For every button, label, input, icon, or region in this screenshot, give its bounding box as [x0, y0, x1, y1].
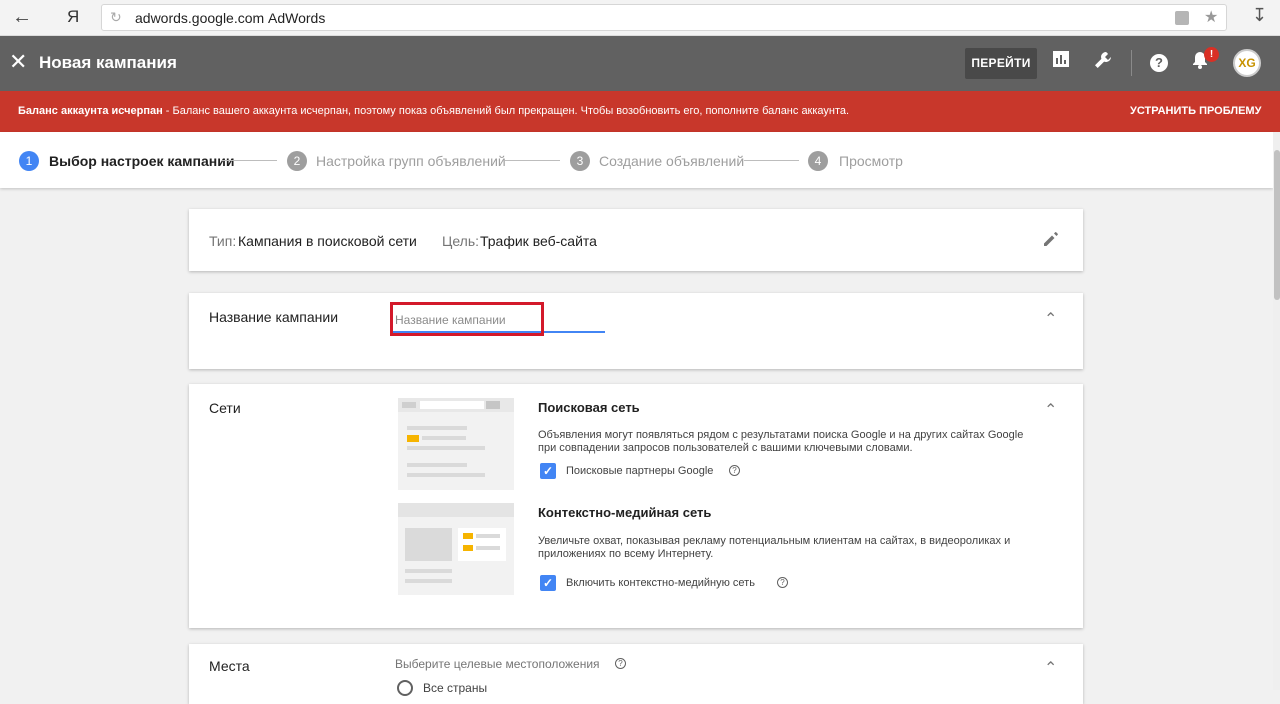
header-divider	[1131, 50, 1132, 76]
browser-toolbar: ← Я ↻ adwords.google.com AdWords ★ ↧	[0, 0, 1280, 36]
display-network-illustration	[398, 503, 514, 595]
campaign-name-card: Название кампании ⌃	[189, 293, 1083, 369]
search-partners-label[interactable]: Поисковые партнеры Google	[566, 465, 713, 477]
chevron-up-icon[interactable]: ⌃	[1044, 309, 1057, 329]
address-url[interactable]: adwords.google.com	[135, 10, 264, 26]
networks-card: Сети ⌃ Поисковая сеть Объявления могут п…	[189, 384, 1083, 628]
reload-icon[interactable]: ↻	[110, 9, 122, 26]
download-icon[interactable]: ↧	[1252, 5, 1267, 26]
help-icon[interactable]: ?	[729, 465, 740, 476]
step-connector	[222, 160, 277, 161]
step-1-number: 1	[19, 151, 39, 171]
yandex-logo[interactable]: Я	[67, 7, 79, 27]
display-network-title: Контекстно-медийная сеть	[538, 505, 712, 520]
address-page-title: AdWords	[268, 10, 326, 26]
campaign-name-input[interactable]	[393, 309, 605, 333]
step-2-label[interactable]: Настройка групп объявлений	[316, 153, 506, 169]
alert-body: - Баланс вашего аккаунта исчерпан, поэто…	[162, 105, 850, 117]
step-1-label[interactable]: Выбор настроек кампании	[49, 153, 234, 169]
scrollbar-thumb[interactable]	[1274, 150, 1280, 300]
search-network-description: Объявления могут появляться рядом с резу…	[538, 429, 1024, 454]
step-2-number: 2	[287, 151, 307, 171]
step-4-label[interactable]: Просмотр	[839, 153, 903, 169]
campaign-name-label: Название кампании	[209, 309, 339, 325]
app-header: ✕ Новая кампания ПЕРЕЙТИ ? ! XG	[0, 36, 1280, 91]
display-network-label[interactable]: Включить контекстно-медийную сеть	[566, 577, 755, 589]
step-3-label[interactable]: Создание объявлений	[599, 153, 744, 169]
search-network-illustration	[398, 398, 514, 490]
bar-chart-icon[interactable]	[1049, 50, 1073, 74]
step-connector	[505, 160, 560, 161]
pencil-icon[interactable]	[1042, 230, 1060, 253]
close-icon[interactable]: ✕	[9, 49, 27, 75]
star-icon[interactable]: ★	[1204, 7, 1218, 27]
places-card: Места Выберите целевые местоположения ? …	[189, 644, 1083, 704]
avatar[interactable]: XG	[1233, 49, 1261, 77]
fix-problem-link[interactable]: УСТРАНИТЬ ПРОБЛЕМУ	[1130, 105, 1261, 117]
step-connector	[744, 160, 799, 161]
address-bar[interactable]: ↻ adwords.google.com AdWords ★	[101, 4, 1227, 31]
all-countries-radio[interactable]	[397, 680, 413, 696]
alert-message: Баланс аккаунта исчерпан - Баланс вашего…	[18, 105, 849, 117]
type-label: Тип:	[209, 233, 237, 249]
networks-label: Сети	[209, 400, 241, 416]
help-icon[interactable]: ?	[777, 577, 788, 588]
chevron-up-icon[interactable]: ⌃	[1044, 400, 1057, 420]
page-title: Новая кампания	[39, 53, 177, 72]
help-icon[interactable]: ?	[1150, 54, 1168, 72]
places-hint: Выберите целевые местоположения	[395, 657, 600, 671]
step-4-number: 4	[808, 151, 828, 171]
display-network-description: Увеличьте охват, показывая рекламу потен…	[538, 535, 1011, 560]
all-countries-label[interactable]: Все страны	[423, 681, 487, 695]
alert-banner: Баланс аккаунта исчерпан - Баланс вашего…	[0, 91, 1280, 132]
type-value: Кампания в поисковой сети	[238, 233, 417, 249]
help-icon[interactable]: ?	[615, 658, 626, 669]
chevron-up-icon[interactable]: ⌃	[1044, 658, 1057, 678]
lock-icon[interactable]	[1175, 11, 1189, 25]
search-network-title: Поисковая сеть	[538, 400, 640, 415]
wrench-icon[interactable]	[1091, 50, 1115, 74]
display-network-checkbox[interactable]: ✓	[540, 575, 556, 591]
search-partners-checkbox[interactable]: ✓	[540, 463, 556, 479]
alert-title: Баланс аккаунта исчерпан	[18, 105, 163, 117]
campaign-summary-card: Тип: Кампания в поисковой сети Цель: Тра…	[189, 209, 1083, 271]
campaign-stepper: 1 Выбор настроек кампании 2 Настройка гр…	[0, 132, 1273, 188]
go-button[interactable]: ПЕРЕЙТИ	[965, 48, 1037, 79]
places-label: Места	[209, 658, 250, 674]
notification-badge: !	[1204, 47, 1219, 62]
goal-value: Трафик веб-сайта	[480, 233, 597, 249]
arrow-left-icon[interactable]: ←	[12, 6, 32, 29]
goal-label: Цель:	[442, 233, 480, 249]
step-3-number: 3	[570, 151, 590, 171]
